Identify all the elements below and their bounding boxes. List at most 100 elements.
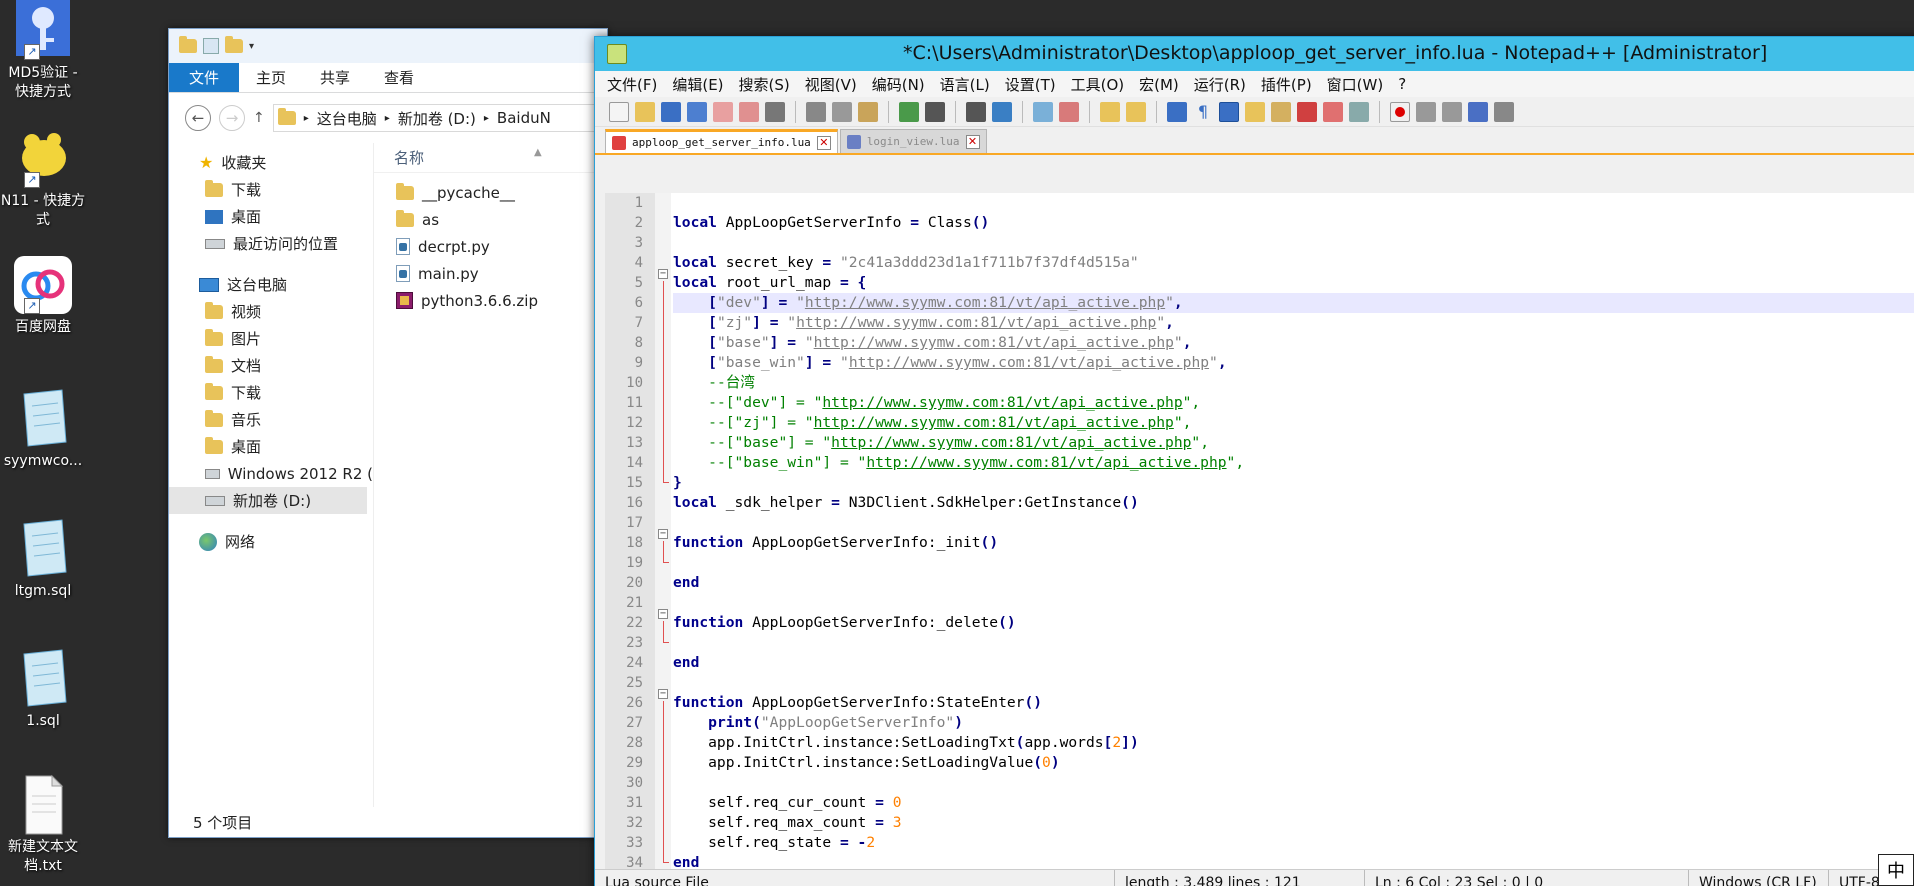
menu-plugins[interactable]: 插件(P): [1261, 74, 1312, 95]
code-line[interactable]: end: [673, 853, 1914, 869]
word-wrap-icon[interactable]: [1167, 101, 1187, 122]
code-line[interactable]: function AppLoopGetServerInfo:_init(): [673, 533, 1914, 553]
close-icon[interactable]: ✕: [816, 135, 831, 150]
code-line[interactable]: local secret_key = "2c41a3ddd23d1a1f711b…: [673, 253, 1914, 273]
file-row[interactable]: __pycache__: [374, 179, 607, 206]
forward-button[interactable]: →: [219, 105, 245, 131]
code-line[interactable]: local AppLoopGetServerInfo = Class(): [673, 213, 1914, 233]
code-line[interactable]: --["zj"] = "http://www.syymw.com:81/vt/a…: [673, 413, 1914, 433]
nav-favorites[interactable]: ★ 收藏夹: [169, 149, 373, 176]
desktop-icon-newtxt[interactable]: 新建文本文档.txt: [0, 774, 86, 876]
properties-icon[interactable]: [203, 38, 219, 54]
function-list-icon[interactable]: [1297, 101, 1317, 122]
code-line[interactable]: --台湾: [673, 373, 1914, 393]
code-line[interactable]: function AppLoopGetServerInfo:_delete(): [673, 613, 1914, 633]
code-line[interactable]: [673, 233, 1914, 253]
nav-item-music[interactable]: 音乐: [169, 406, 373, 433]
code-line[interactable]: --["base"] = "http://www.syymw.com:81/vt…: [673, 433, 1914, 453]
find-icon[interactable]: [966, 101, 986, 122]
tab-view[interactable]: 查看: [367, 63, 431, 92]
zoom-out-icon[interactable]: [1059, 101, 1079, 122]
fold-minus-icon[interactable]: −: [658, 269, 668, 279]
file-row[interactable]: python3.6.6.zip: [374, 287, 607, 314]
menu-help[interactable]: ?: [1398, 75, 1406, 93]
fold-minus-icon[interactable]: −: [658, 609, 668, 619]
title-bar[interactable]: *C:\Users\Administrator\Desktop\apploop_…: [595, 37, 1914, 71]
code-line[interactable]: end: [673, 573, 1914, 593]
indent-guide-icon[interactable]: [1219, 101, 1239, 122]
doc-map-icon[interactable]: [1271, 101, 1291, 122]
breadcrumb-baidu[interactable]: BaiduN: [497, 109, 551, 127]
code-line[interactable]: [673, 193, 1914, 213]
code-line[interactable]: [673, 553, 1914, 573]
cut-icon[interactable]: [806, 101, 826, 122]
udl-icon[interactable]: [1245, 101, 1265, 122]
menu-run[interactable]: 运行(R): [1194, 74, 1246, 95]
sync-vertical-icon[interactable]: [1100, 101, 1120, 122]
tab-share[interactable]: 共享: [303, 63, 367, 92]
play-macro-icon[interactable]: [1442, 101, 1462, 122]
nav-item-downloads-pc[interactable]: 下载: [169, 379, 373, 406]
code-line[interactable]: }: [673, 473, 1914, 493]
sync-horizontal-icon[interactable]: [1126, 101, 1146, 122]
close-file-icon[interactable]: [713, 101, 733, 122]
code-line[interactable]: local root_url_map = {: [673, 273, 1914, 293]
nav-item-drive-c[interactable]: Windows 2012 R2 (: [169, 460, 373, 487]
nav-item-pictures[interactable]: 图片: [169, 325, 373, 352]
column-header-name[interactable]: 名称 ▲: [374, 143, 607, 173]
code-line[interactable]: self.req_max_count = 3: [673, 813, 1914, 833]
desktop-icon-ltgm[interactable]: ltgm.sql: [0, 518, 86, 601]
code-line[interactable]: local _sdk_helper = N3DClient.SdkHelper:…: [673, 493, 1914, 513]
open-file-icon[interactable]: [635, 101, 655, 122]
menu-encoding[interactable]: 编码(N): [872, 74, 925, 95]
desktop-icon-baidu[interactable]: ↗ 百度网盘: [0, 254, 86, 337]
menu-file[interactable]: 文件(F): [607, 74, 657, 95]
new-file-icon[interactable]: [609, 101, 629, 122]
code-line[interactable]: self.req_cur_count = 0: [673, 793, 1914, 813]
code-line[interactable]: app.InitCtrl.instance:SetLoadingTxt(app.…: [673, 733, 1914, 753]
menu-edit[interactable]: 编辑(E): [672, 74, 723, 95]
save-icon[interactable]: [661, 101, 681, 122]
nav-network[interactable]: 网络: [169, 528, 373, 555]
up-arrow-icon[interactable]: ↑: [253, 110, 265, 126]
nav-item-videos[interactable]: 视频: [169, 298, 373, 325]
code-line[interactable]: [673, 593, 1914, 613]
zoom-in-icon[interactable]: [1033, 101, 1053, 122]
code-line[interactable]: --["base_win"] = "http://www.syymw.com:8…: [673, 453, 1914, 473]
menu-settings[interactable]: 设置(T): [1005, 74, 1056, 95]
menu-view[interactable]: 视图(V): [805, 74, 857, 95]
menu-language[interactable]: 语言(L): [940, 74, 990, 95]
back-button[interactable]: ←: [185, 105, 211, 131]
copy-icon[interactable]: [832, 101, 852, 122]
close-icon[interactable]: ✕: [965, 134, 980, 149]
folder-as-workspace-icon[interactable]: [1323, 101, 1343, 122]
run-macro-multiple-icon[interactable]: [1468, 101, 1488, 122]
code-line[interactable]: print("AppLoopGetServerInfo"): [673, 713, 1914, 733]
stop-macro-icon[interactable]: [1416, 101, 1436, 122]
code-line[interactable]: function AppLoopGetServerInfo:StateEnter…: [673, 693, 1914, 713]
tab-apploop-get-server-info[interactable]: apploop_get_server_info.lua ✕: [605, 129, 838, 153]
fold-minus-icon[interactable]: −: [658, 689, 668, 699]
record-macro-icon[interactable]: [1390, 101, 1410, 122]
desktop-icon-1sql[interactable]: 1.sql: [0, 648, 86, 731]
ime-indicator[interactable]: 中: [1878, 854, 1914, 886]
menu-macro[interactable]: 宏(M): [1139, 74, 1179, 95]
redo-icon[interactable]: [925, 101, 945, 122]
code-line[interactable]: self.req_state = -2: [673, 833, 1914, 853]
chevron-down-icon[interactable]: ▾: [249, 41, 254, 52]
code-line[interactable]: [673, 513, 1914, 533]
replace-icon[interactable]: [992, 101, 1012, 122]
show-all-chars-icon[interactable]: ¶: [1193, 101, 1213, 122]
status-eol[interactable]: Windows (CR LF): [1689, 869, 1829, 886]
file-row[interactable]: as: [374, 206, 607, 233]
file-row[interactable]: decrpt.py: [374, 233, 607, 260]
print-icon[interactable]: [765, 101, 785, 122]
code-line[interactable]: end: [673, 653, 1914, 673]
nav-item-drive-d[interactable]: 新加卷 (D:): [169, 487, 367, 514]
close-all-icon[interactable]: [739, 101, 759, 122]
nav-item-recent[interactable]: 最近访问的位置: [169, 230, 373, 257]
code-line[interactable]: app.InitCtrl.instance:SetLoadingValue(0): [673, 753, 1914, 773]
code-line[interactable]: --["dev"] = "http://www.syymw.com:81/vt/…: [673, 393, 1914, 413]
desktop-icon-md5[interactable]: ↗ MD5验证 - 快捷方式: [0, 0, 86, 102]
nav-item-downloads[interactable]: 下载: [169, 176, 373, 203]
